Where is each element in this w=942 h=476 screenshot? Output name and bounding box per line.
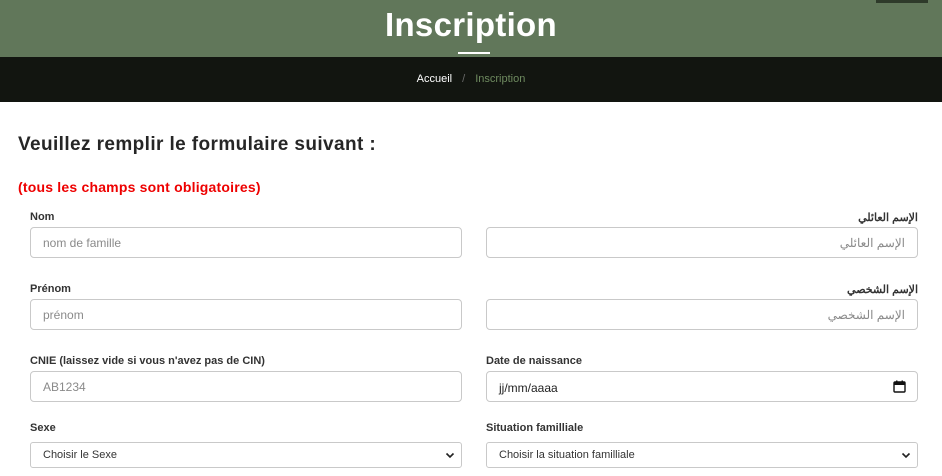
hero-top-accent bbox=[876, 0, 928, 3]
sexe-selected-value: Choisir le Sexe bbox=[43, 449, 117, 461]
page-hero: Inscription bbox=[0, 0, 942, 57]
required-fields-note: (tous les champs sont obligatoires) bbox=[18, 179, 261, 195]
date-naissance-input[interactable]: jj/mm/aaaa bbox=[486, 371, 918, 402]
sexe-label: Sexe bbox=[30, 422, 56, 434]
nom-label: Nom bbox=[30, 211, 55, 223]
nom-arabe-input[interactable] bbox=[486, 227, 918, 258]
breadcrumb-separator: / bbox=[462, 73, 466, 85]
situation-label: Situation familliale bbox=[486, 422, 584, 434]
calendar-icon[interactable] bbox=[893, 380, 906, 393]
prenom-input[interactable] bbox=[30, 299, 462, 330]
breadcrumb-bar: Accueil / Inscription bbox=[0, 57, 942, 102]
prenom-label: Prénom bbox=[30, 283, 71, 295]
cnie-input[interactable] bbox=[30, 371, 462, 402]
title-underline bbox=[458, 52, 490, 54]
breadcrumb: Accueil / Inscription bbox=[0, 73, 942, 85]
date-naissance-label: Date de naissance bbox=[486, 355, 582, 367]
sexe-select[interactable]: Choisir le Sexe bbox=[30, 442, 462, 468]
date-naissance-value: jj/mm/aaaa bbox=[499, 381, 558, 395]
situation-select[interactable]: Choisir la situation familliale bbox=[486, 442, 918, 468]
situation-selected-value: Choisir la situation familliale bbox=[499, 449, 635, 461]
chevron-down-icon bbox=[445, 452, 455, 459]
breadcrumb-current: Inscription bbox=[475, 73, 526, 85]
breadcrumb-home-link[interactable]: Accueil bbox=[417, 73, 452, 85]
prenom-arabe-input[interactable] bbox=[486, 299, 918, 330]
chevron-down-icon bbox=[901, 452, 911, 459]
cnie-label: CNIE (laissez vide si vous n'avez pas de… bbox=[30, 355, 265, 367]
page-title: Inscription bbox=[385, 6, 557, 43]
nom-arabe-label: الإسم العائلي bbox=[858, 212, 918, 224]
nom-input[interactable] bbox=[30, 227, 462, 258]
form-heading: Veuillez remplir le formulaire suivant : bbox=[18, 134, 377, 155]
prenom-arabe-label: الإسم الشخصي bbox=[847, 284, 918, 296]
